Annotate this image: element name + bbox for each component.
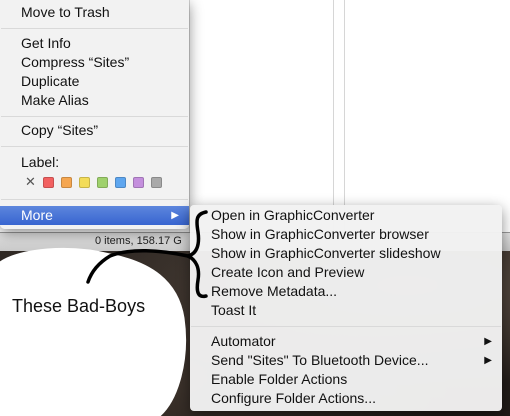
label-orange-swatch[interactable] <box>61 177 72 188</box>
column-divider <box>189 0 190 232</box>
submenu-item-create-icon[interactable]: Create Icon and Preview <box>190 263 502 282</box>
submenu-arrow-icon: ▶ <box>484 355 492 366</box>
label-none-icon[interactable]: ✕ <box>25 174 36 190</box>
menu-separator <box>1 199 188 200</box>
menu-separator <box>1 28 188 29</box>
submenu-item-configure-folder-actions[interactable]: Configure Folder Actions... <box>190 389 502 408</box>
submenu-item-enable-folder-actions[interactable]: Enable Folder Actions <box>190 370 502 389</box>
submenu-item-open-graphicconverter[interactable]: Open in GraphicConverter <box>190 206 502 225</box>
menu-separator <box>191 326 501 327</box>
menu-item-more-label: More <box>21 207 53 223</box>
submenu-item-send-bluetooth[interactable]: Send "Sites" To Bluetooth Device... ▶ <box>190 351 502 370</box>
annotation-text: These Bad-Boys <box>12 296 146 316</box>
menu-item-compress[interactable]: Compress “Sites” <box>0 53 189 72</box>
menu-item-duplicate[interactable]: Duplicate <box>0 72 189 91</box>
submenu-item-send-bluetooth-label: Send "Sites" To Bluetooth Device... <box>211 352 429 368</box>
label-title: Label: <box>21 154 60 170</box>
submenu-item-show-gc-slideshow[interactable]: Show in GraphicConverter slideshow <box>190 244 502 263</box>
menu-separator <box>1 116 188 117</box>
label-yellow-swatch[interactable] <box>79 177 90 188</box>
more-submenu: Open in GraphicConverter Show in Graphic… <box>190 205 502 411</box>
menu-item-more[interactable]: More ▶ <box>0 206 189 225</box>
context-menu: Move to Trash Get Info Compress “Sites” … <box>0 0 189 229</box>
submenu-arrow-icon: ▶ <box>171 210 179 221</box>
menu-item-get-info[interactable]: Get Info <box>0 34 189 53</box>
label-purple-swatch[interactable] <box>133 177 144 188</box>
column-divider <box>333 0 334 232</box>
submenu-item-remove-metadata[interactable]: Remove Metadata... <box>190 282 502 301</box>
status-bar-text: 0 items, 158.17 G <box>95 235 182 247</box>
label-red-swatch[interactable] <box>43 177 54 188</box>
label-green-swatch[interactable] <box>97 177 108 188</box>
menu-item-copy[interactable]: Copy “Sites” <box>0 121 189 140</box>
submenu-item-automator-label: Automator <box>211 333 276 349</box>
menu-item-make-alias[interactable]: Make Alias <box>0 91 189 110</box>
submenu-item-show-gc-browser[interactable]: Show in GraphicConverter browser <box>190 225 502 244</box>
submenu-arrow-icon: ▶ <box>484 336 492 347</box>
menu-item-move-to-trash[interactable]: Move to Trash <box>0 3 189 22</box>
submenu-item-automator[interactable]: Automator ▶ <box>190 332 502 351</box>
label-gray-swatch[interactable] <box>151 177 162 188</box>
menu-separator <box>1 146 188 147</box>
label-blue-swatch[interactable] <box>115 177 126 188</box>
column-divider <box>344 0 345 232</box>
submenu-item-toast-it[interactable]: Toast It <box>190 301 502 320</box>
